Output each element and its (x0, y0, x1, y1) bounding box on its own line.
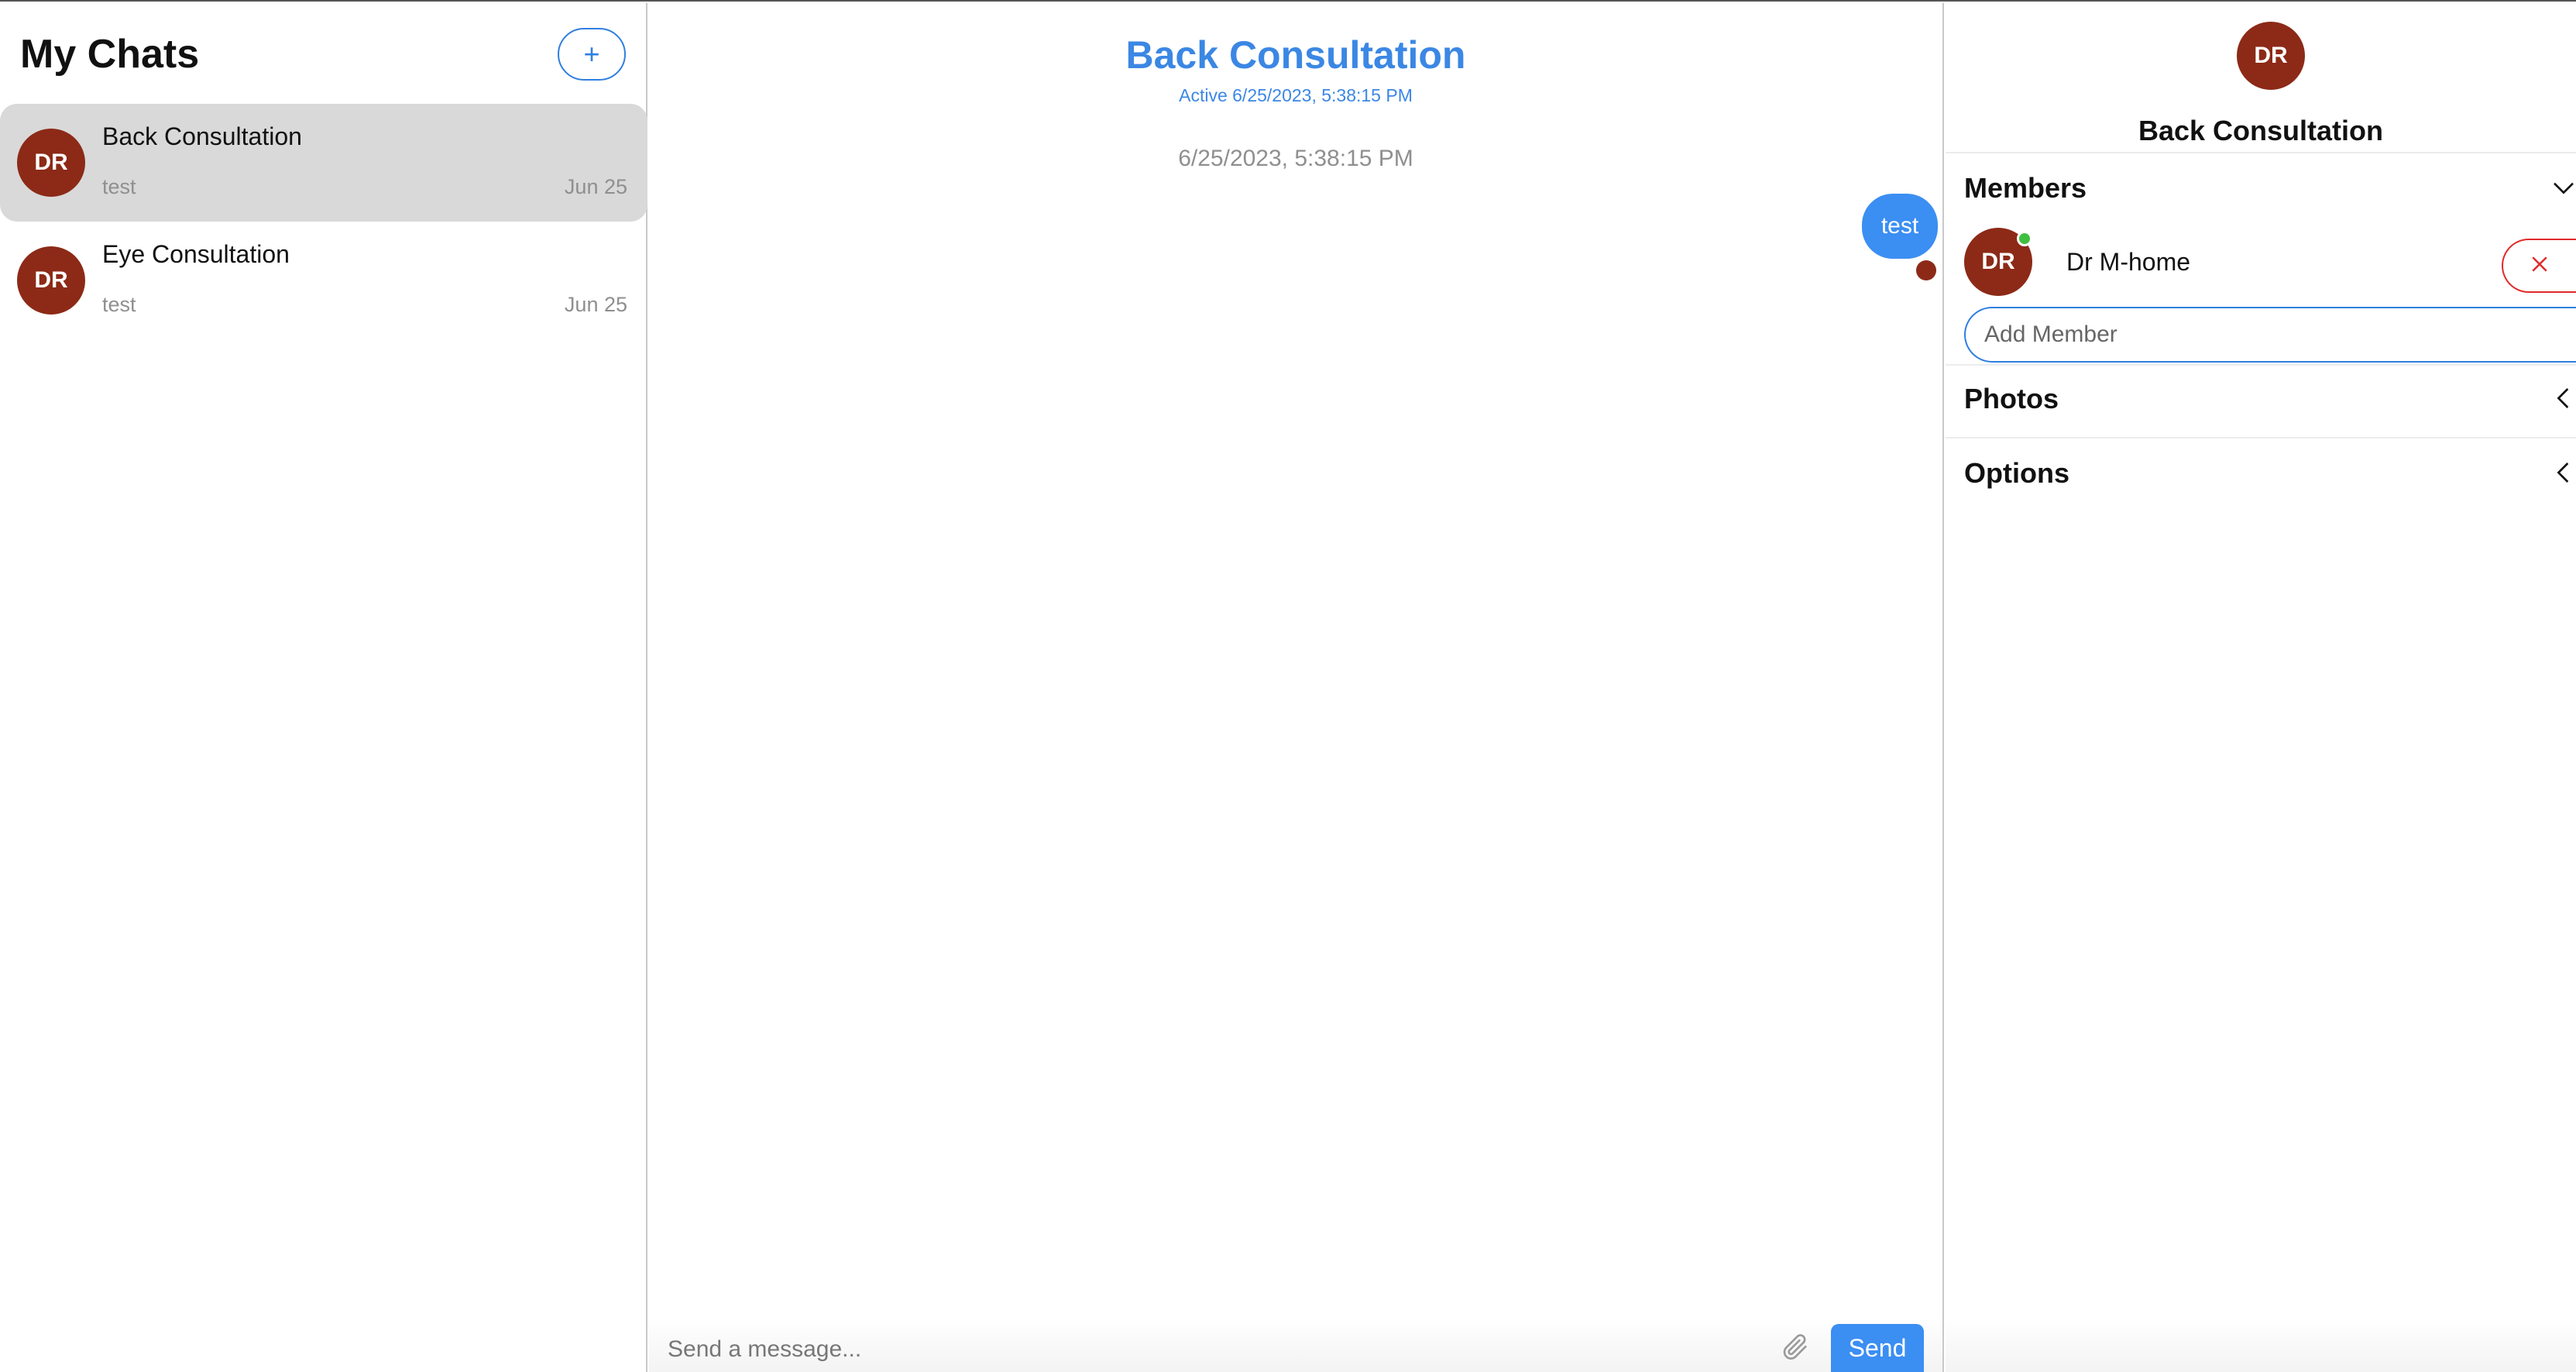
chevron-left-icon (2551, 386, 2576, 411)
divider (1946, 152, 2576, 153)
member-row: DR Dr M-home (1964, 228, 2576, 297)
chat-item-eye-consultation[interactable]: DR Eye Consultation test Jun 25 (0, 222, 647, 339)
chat-list-header: My Chats + (0, 3, 646, 102)
avatar: DR (17, 246, 85, 315)
message-composer: Send (649, 1318, 1942, 1372)
message-input[interactable] (668, 1336, 1674, 1363)
bottom-fade (1946, 1318, 2576, 1372)
members-section-header[interactable]: Members (1964, 166, 2576, 212)
divider (1946, 437, 2576, 438)
chat-item-name: Eye Consultation (102, 240, 290, 268)
chat-avatar: DR (2237, 22, 2305, 90)
members-label: Members (1964, 172, 2087, 204)
add-member-input[interactable] (1964, 307, 2576, 363)
chat-item-name: Back Consultation (102, 122, 302, 150)
new-chat-button[interactable]: + (558, 28, 626, 81)
chat-list-title: My Chats (20, 32, 200, 77)
photos-label: Photos (1964, 383, 2059, 414)
chat-item-preview: test (102, 175, 136, 198)
conversation-panel: Back Consultation Active 6/25/2023, 5:38… (649, 3, 1944, 1372)
conversation-title: Back Consultation (1125, 33, 1466, 77)
paperclip-icon[interactable] (1780, 1332, 1811, 1363)
remove-member-button[interactable] (2502, 239, 2576, 293)
conversation-status: Active 6/25/2023, 5:38:15 PM (1179, 85, 1413, 105)
avatar: DR (17, 129, 85, 197)
member-name: Dr M-home (2066, 248, 2191, 276)
photos-section-header[interactable]: Photos (1964, 377, 2576, 423)
chat-info-title: Back Consultation (2138, 115, 2384, 146)
date-separator: 6/25/2023, 5:38:15 PM (1178, 146, 1413, 171)
chat-item-date: Jun 25 (564, 293, 627, 316)
outgoing-message-bubble[interactable]: test (1862, 194, 1938, 259)
send-button[interactable]: Send (1831, 1324, 1924, 1372)
options-section-header[interactable]: Options (1964, 451, 2576, 497)
chat-item-date: Jun 25 (564, 175, 627, 198)
chat-list-panel: My Chats + DR Back Consultation test Jun… (0, 3, 647, 1372)
chat-info-panel: DR Back Consultation Members DR Dr M-hom… (1946, 3, 2576, 1372)
chevron-left-icon (2551, 460, 2576, 485)
online-status-indicator (2017, 231, 2032, 246)
options-label: Options (1964, 457, 2069, 489)
chat-item-preview: test (102, 293, 136, 316)
divider (1946, 364, 2576, 366)
chevron-down-icon (2551, 175, 2576, 200)
read-receipt-avatar (1916, 260, 1936, 280)
close-icon (2528, 253, 2551, 280)
chat-item-back-consultation[interactable]: DR Back Consultation test Jun 25 (0, 104, 647, 222)
